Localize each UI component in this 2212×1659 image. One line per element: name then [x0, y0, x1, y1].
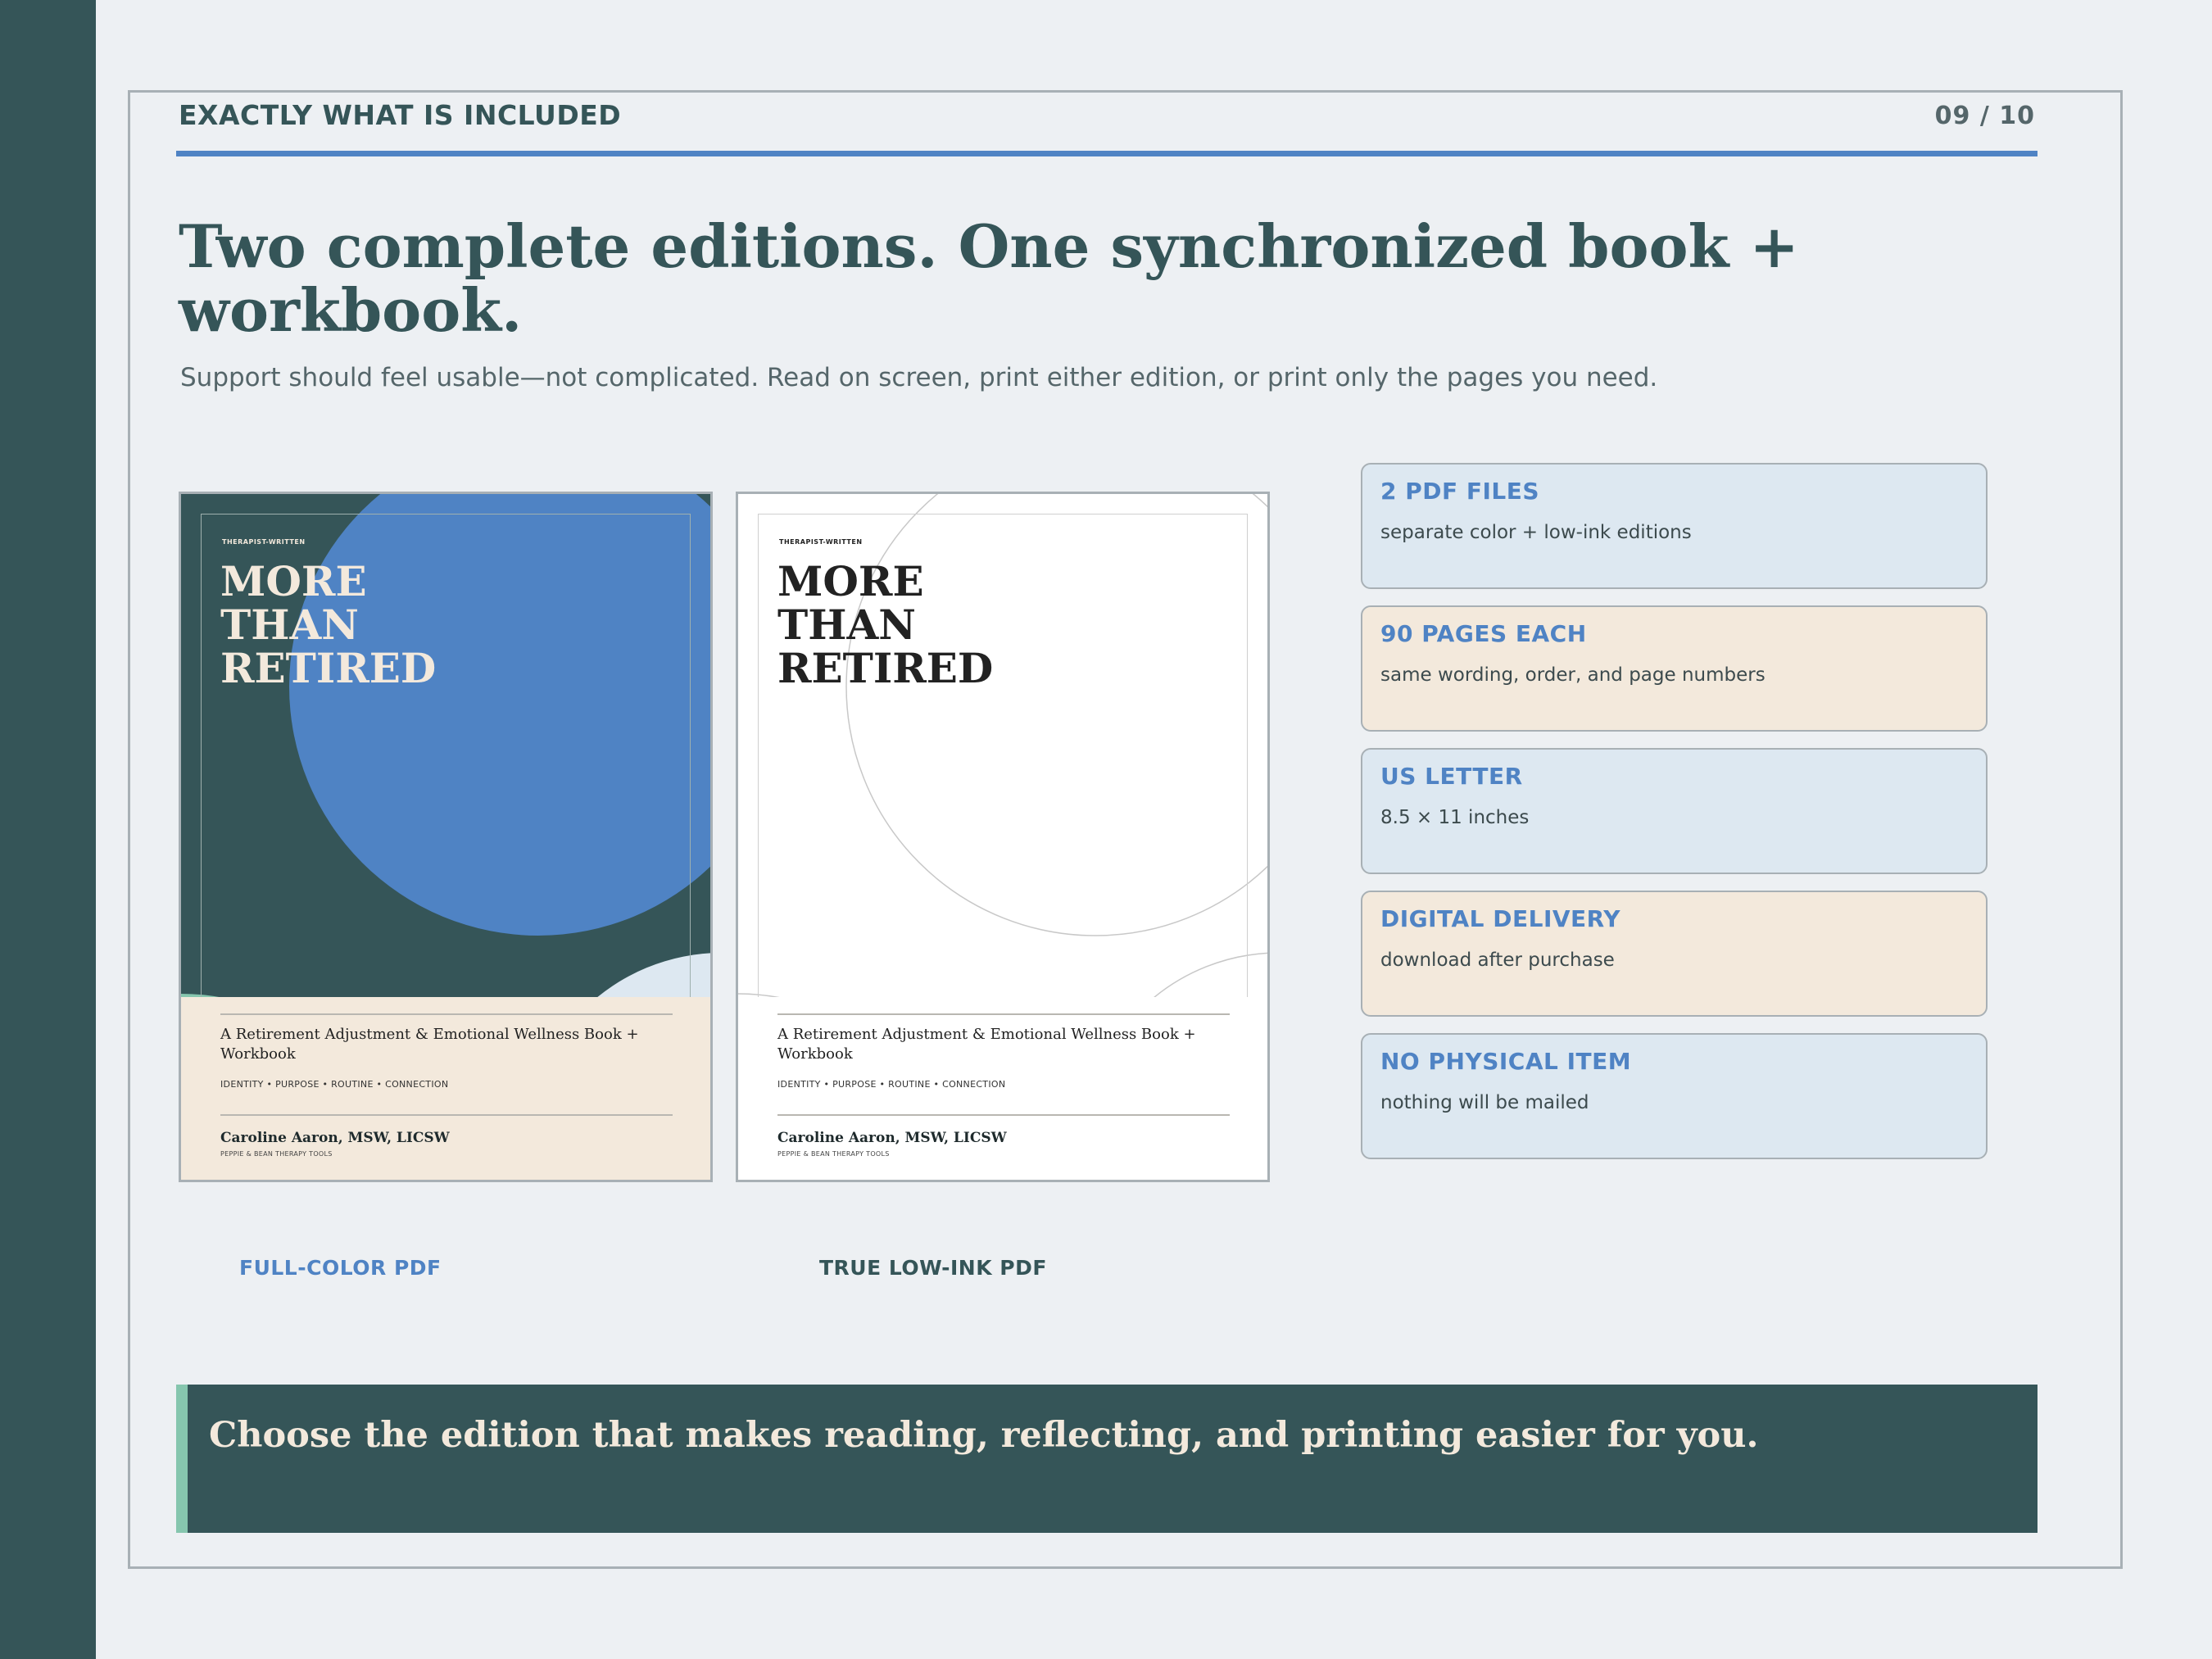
low-ink-label: TRUE LOW-INK PDF	[819, 1256, 1047, 1280]
cover-divider	[777, 1013, 1230, 1015]
left-sidebar-band	[0, 0, 96, 1659]
cover-themes: IDENTITY • PURPOSE • ROUTINE • CONNECTIO…	[220, 1079, 449, 1090]
spec-title: DIGITAL DELIVERY	[1380, 905, 1620, 932]
cover-title-line: THAN	[777, 601, 916, 649]
cover-divider	[220, 1013, 673, 1015]
cover-title: MORE THAN RETIRED	[220, 560, 630, 690]
banner-text: Choose the edition that makes reading, r…	[209, 1415, 1759, 1456]
cover-title-line: MORE	[777, 557, 924, 605]
cover-title-line: THAN	[220, 601, 359, 649]
spec-description: same wording, order, and page numbers	[1380, 664, 1766, 686]
cover-bottom-panel: A Retirement Adjustment & Emotional Well…	[738, 997, 1267, 1180]
cover-full-color: THERAPIST-WRITTEN MORE THAN RETIRED A Re…	[179, 492, 713, 1182]
cover-tag: THERAPIST-WRITTEN	[779, 538, 863, 546]
cover-author: Caroline Aaron, MSW, LICSW	[220, 1130, 450, 1146]
spec-card-page-count: 90 PAGES EACH same wording, order, and p…	[1361, 605, 1988, 732]
spec-title: NO PHYSICAL ITEM	[1380, 1048, 1632, 1075]
cover-divider	[220, 1114, 673, 1116]
cover-bottom-panel: A Retirement Adjustment & Emotional Well…	[181, 997, 710, 1180]
section-kicker: EXACTLY WHAT IS INCLUDED	[179, 99, 622, 131]
full-color-label: FULL-COLOR PDF	[239, 1256, 442, 1280]
page-number: 09 / 10	[1934, 102, 2035, 130]
spec-title: 2 PDF FILES	[1380, 478, 1540, 505]
cover-themes: IDENTITY • PURPOSE • ROUTINE • CONNECTIO…	[777, 1079, 1006, 1090]
cover-tag: THERAPIST-WRITTEN	[222, 538, 306, 546]
page-title: Two complete editions. One synchronized …	[179, 211, 1799, 345]
spec-description: 8.5 × 11 inches	[1380, 807, 1530, 828]
cover-publisher: PEPPIE & BEAN THERAPY TOOLS	[777, 1150, 890, 1158]
spec-card-pdf-files: 2 PDF FILES separate color + low-ink edi…	[1361, 463, 1988, 589]
spec-card-page-size: US LETTER 8.5 × 11 inches	[1361, 748, 1988, 874]
spec-title: US LETTER	[1380, 763, 1523, 790]
callout-banner: Choose the edition that makes reading, r…	[176, 1385, 2037, 1533]
cover-description: A Retirement Adjustment & Emotional Well…	[777, 1026, 1196, 1063]
header-rule	[176, 151, 2037, 156]
page-subtitle: Support should feel usable—not complicat…	[180, 363, 1658, 392]
spec-description: download after purchase	[1380, 950, 1615, 971]
cover-title-line: RETIRED	[777, 644, 994, 692]
cover-publisher: PEPPIE & BEAN THERAPY TOOLS	[220, 1150, 333, 1158]
cover-author: Caroline Aaron, MSW, LICSW	[777, 1130, 1007, 1146]
cover-title-line: RETIRED	[220, 644, 437, 692]
spec-card-physical: NO PHYSICAL ITEM nothing will be mailed	[1361, 1033, 1988, 1159]
cover-low-ink: THERAPIST-WRITTEN MORE THAN RETIRED A Re…	[736, 492, 1270, 1182]
banner-accent-bar	[176, 1385, 188, 1533]
cover-title: MORE THAN RETIRED	[777, 560, 1187, 690]
cover-description: A Retirement Adjustment & Emotional Well…	[220, 1026, 639, 1063]
cover-divider	[777, 1114, 1230, 1116]
spec-title: 90 PAGES EACH	[1380, 620, 1587, 647]
spec-card-delivery: DIGITAL DELIVERY download after purchase	[1361, 891, 1988, 1017]
cover-title-line: MORE	[220, 557, 367, 605]
spec-description: separate color + low-ink editions	[1380, 522, 1692, 543]
spec-description: nothing will be mailed	[1380, 1092, 1589, 1113]
